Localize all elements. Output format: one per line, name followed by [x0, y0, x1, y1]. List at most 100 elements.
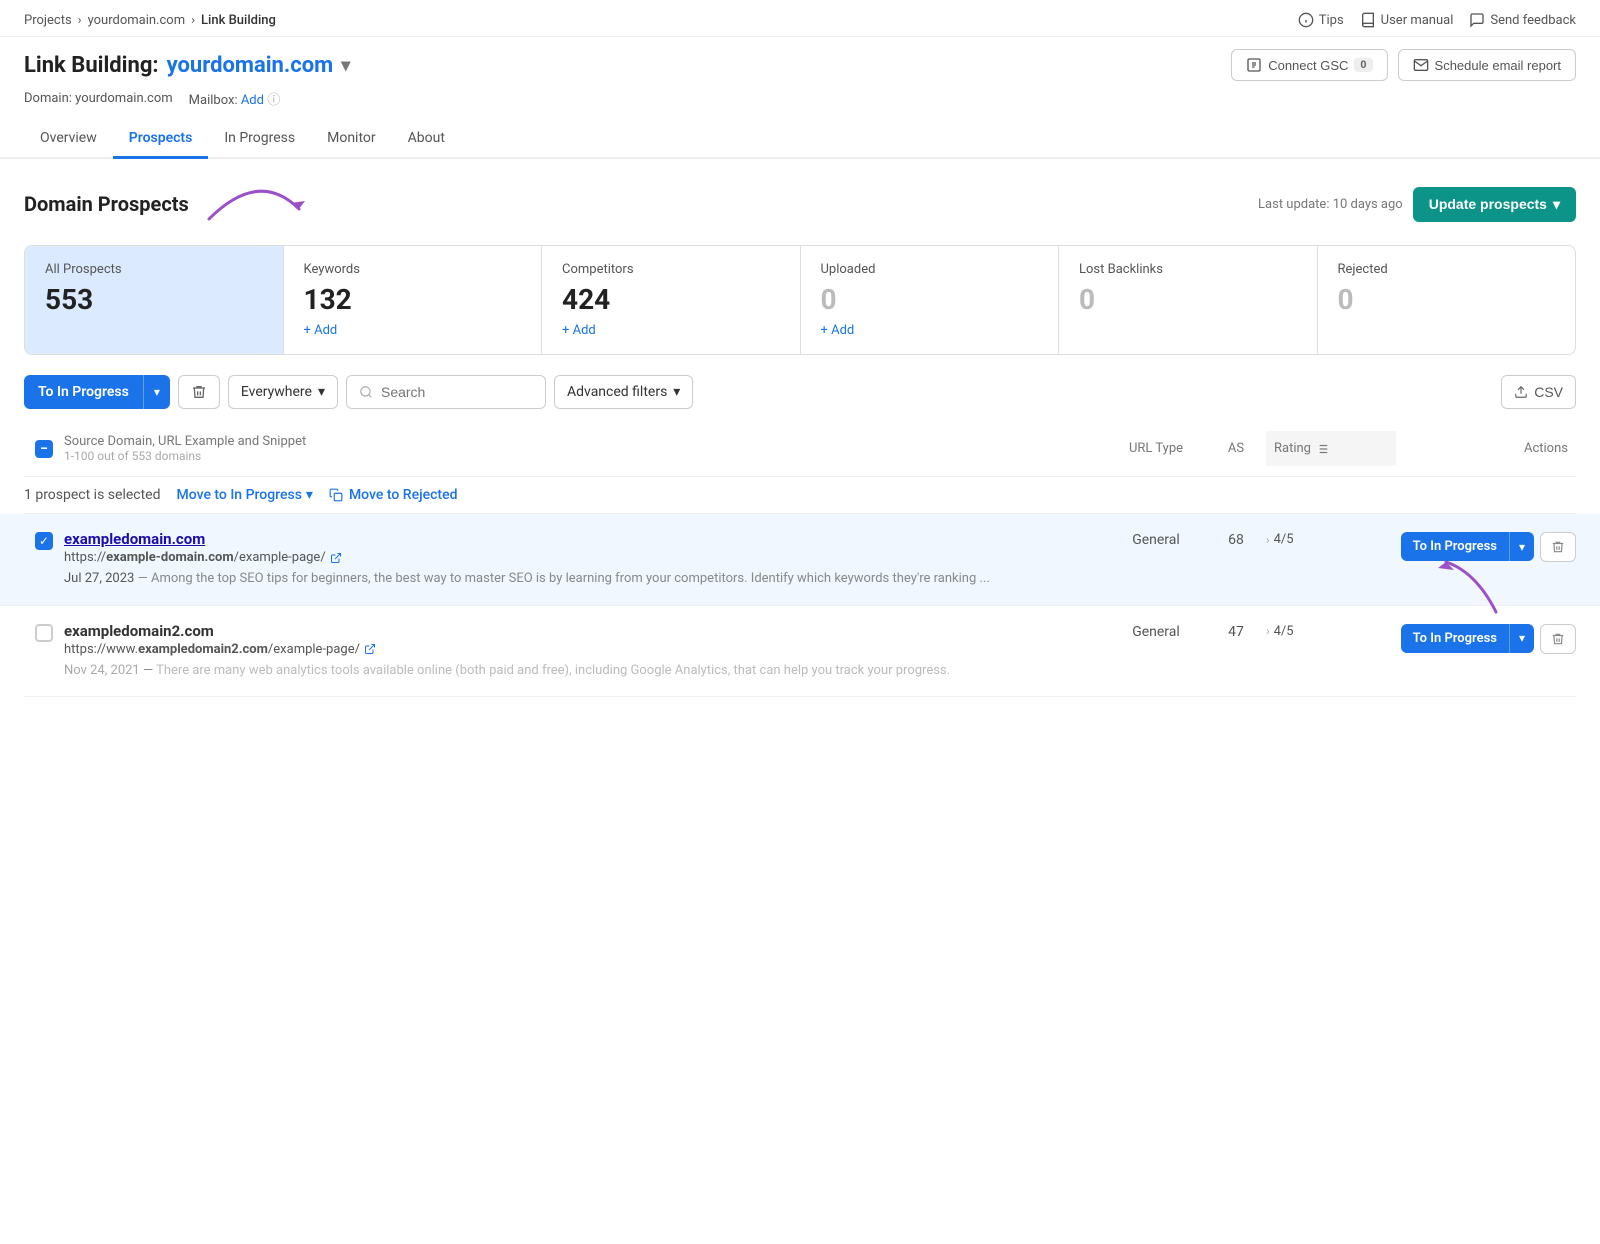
tips-link[interactable]: Tips [1298, 12, 1344, 28]
csv-label: CSV [1534, 384, 1563, 400]
row-2-url: https://www.exampledomain2.com/example-p… [64, 642, 1106, 657]
row-2-stars: 4/5 [1274, 624, 1294, 639]
mailbox-info-icon[interactable]: ⓘ [267, 93, 280, 108]
prospect-row: exampledomain2.com https://www.exampledo… [24, 606, 1576, 698]
th-url-type: URL Type [1106, 441, 1206, 456]
row-2-rating: › 4/5 [1266, 622, 1396, 639]
row-1-progress-label[interactable]: To In Progress [1401, 532, 1510, 561]
stat-label: All Prospects [45, 262, 263, 277]
mailbox-add-link[interactable]: Add [241, 93, 264, 108]
stat-card-lost-backlinks[interactable]: Lost Backlinks 0 [1059, 246, 1318, 354]
selection-count: 1 prospect is selected [24, 487, 161, 503]
external-link-icon[interactable] [364, 643, 376, 655]
rating-chevron-icon: › [1266, 533, 1270, 547]
email-icon [1413, 57, 1429, 73]
row-2-progress-chevron-icon[interactable]: ▾ [1510, 624, 1534, 652]
connect-gsc-button[interactable]: Connect GSC 0 [1231, 49, 1387, 81]
domain-link[interactable]: yourdomain.com [167, 53, 334, 78]
search-input[interactable] [381, 384, 521, 400]
delete-button[interactable] [178, 375, 220, 409]
stat-label: Uploaded [821, 262, 1039, 277]
to-in-progress-button[interactable]: To In Progress ▾ [24, 375, 170, 409]
row-2-actions: To In Progress ▾ [1396, 622, 1576, 654]
search-icon [359, 385, 373, 399]
row-2-delete-button[interactable] [1540, 624, 1576, 654]
gsc-count-badge: 0 [1354, 58, 1372, 72]
stat-card-all-prospects[interactable]: All Prospects 553 [25, 246, 284, 354]
user-manual-link[interactable]: User manual [1360, 12, 1454, 28]
stat-value: 132 [304, 283, 522, 316]
to-progress-label[interactable]: To In Progress [24, 375, 144, 409]
breadcrumb-sep1: › [78, 13, 82, 28]
stats-cards: All Prospects 553 Keywords 132 + Add Com… [24, 245, 1576, 355]
external-link-icon[interactable] [330, 552, 342, 564]
tab-in-progress[interactable]: In Progress [208, 120, 311, 159]
row-1-as: 68 [1206, 530, 1266, 548]
page-title: Link Building: yourdomain.com ▾ [24, 53, 350, 78]
gsc-icon [1246, 57, 1262, 73]
trash-icon [1551, 540, 1565, 554]
section-title: Domain Prospects [24, 179, 319, 229]
row-1-domain[interactable]: exampledomain.com [64, 530, 1106, 548]
row-2-checkbox[interactable] [35, 624, 53, 642]
tab-about[interactable]: About [392, 120, 461, 159]
breadcrumb-domain[interactable]: yourdomain.com [88, 13, 186, 28]
top-bar: Projects › yourdomain.com › Link Buildin… [0, 0, 1600, 37]
everywhere-dropdown[interactable]: Everywhere ▾ [228, 375, 338, 409]
row-2-domain[interactable]: exampledomain2.com [64, 622, 1106, 640]
tab-monitor[interactable]: Monitor [311, 120, 392, 159]
row-1-checkbox[interactable] [35, 532, 53, 550]
uploaded-add-link[interactable]: + Add [821, 323, 855, 338]
row-checkbox-1[interactable] [24, 530, 64, 550]
title-prefix: Link Building: [24, 53, 159, 78]
th-rating[interactable]: Rating [1266, 431, 1396, 466]
schedule-email-button[interactable]: Schedule email report [1398, 49, 1576, 81]
select-all-checkbox[interactable] [35, 440, 53, 458]
update-prospects-button[interactable]: Update prospects ▾ [1413, 187, 1576, 222]
rating-chevron-icon: › [1266, 624, 1270, 638]
row-1-snippet: Jul 27, 2023 — Among the top SEO tips fo… [64, 569, 1106, 589]
stat-card-keywords[interactable]: Keywords 132 + Add [284, 246, 543, 354]
stat-card-uploaded[interactable]: Uploaded 0 + Add [801, 246, 1060, 354]
top-actions: Tips User manual Send feedback [1298, 12, 1576, 28]
stat-value: 0 [821, 283, 1039, 316]
title-chevron-icon[interactable]: ▾ [341, 55, 350, 76]
row-1-to-progress-button[interactable]: To In Progress ▾ [1401, 532, 1534, 561]
section-header: Domain Prospects Last update: 10 days ag… [24, 179, 1576, 229]
copy-icon [329, 488, 343, 502]
table-header: Source Domain, URL Example and Snippet 1… [24, 421, 1576, 477]
stat-card-competitors[interactable]: Competitors 424 + Add [542, 246, 801, 354]
csv-button[interactable]: CSV [1501, 375, 1576, 409]
breadcrumb-current: Link Building [201, 13, 276, 28]
trash-icon [191, 384, 207, 400]
competitors-add-link[interactable]: + Add [562, 323, 596, 338]
row-2-to-progress-button[interactable]: To In Progress ▾ [1401, 624, 1534, 653]
tab-overview[interactable]: Overview [24, 120, 113, 159]
th-as: AS [1206, 441, 1266, 456]
breadcrumb-projects[interactable]: Projects [24, 13, 72, 28]
search-box[interactable] [346, 375, 546, 409]
table-range: 1-100 out of 553 domains [64, 449, 1106, 463]
header-right: Connect GSC 0 Schedule email report [1231, 49, 1576, 81]
row-2-as: 47 [1206, 622, 1266, 640]
row-1-delete-button[interactable] [1540, 532, 1576, 562]
to-progress-chevron-icon[interactable]: ▾ [144, 376, 170, 408]
row-checkbox-2[interactable] [24, 622, 64, 642]
stat-card-rejected[interactable]: Rejected 0 [1318, 246, 1576, 354]
tab-prospects[interactable]: Prospects [113, 120, 209, 159]
row-1-progress-chevron-icon[interactable]: ▾ [1510, 533, 1534, 561]
selection-bar: 1 prospect is selected Move to In Progre… [24, 477, 1576, 514]
move-progress-chevron-icon[interactable]: ▾ [306, 487, 313, 503]
send-feedback-link[interactable]: Send feedback [1469, 12, 1576, 28]
advanced-filters-button[interactable]: Advanced filters ▾ [554, 375, 693, 409]
book-icon [1360, 12, 1376, 28]
everywhere-label: Everywhere [241, 384, 312, 400]
stat-value: 0 [1338, 283, 1556, 316]
move-to-rejected-button[interactable]: Move to Rejected [329, 487, 458, 503]
move-to-in-progress-button[interactable]: Move to In Progress ▾ [177, 487, 313, 503]
domain-row: Domain: yourdomain.com Mailbox: Add ⓘ [24, 85, 1576, 120]
feedback-icon [1469, 12, 1485, 28]
keywords-add-link[interactable]: + Add [304, 323, 338, 338]
row-2-progress-label[interactable]: To In Progress [1401, 624, 1510, 653]
section-right: Last update: 10 days ago Update prospect… [1258, 187, 1576, 222]
